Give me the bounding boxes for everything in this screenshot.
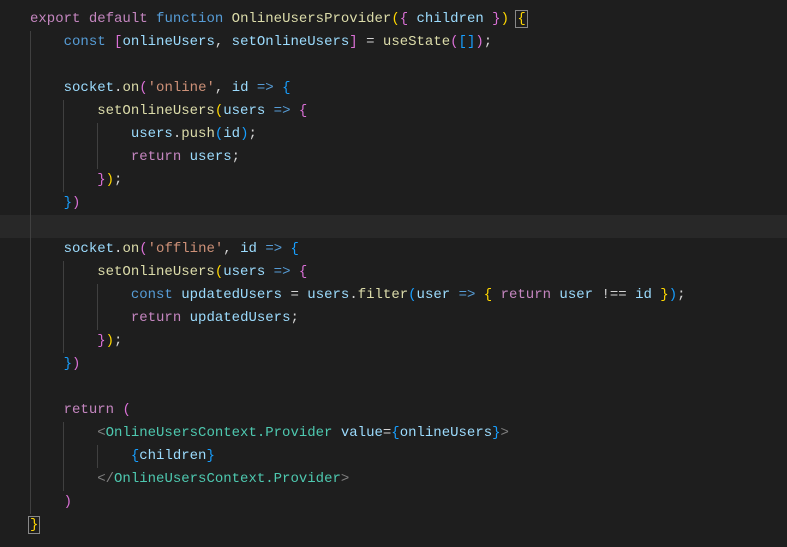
code-line[interactable]: socket.on('offline', id => { [0,238,787,261]
variable: children [139,448,206,464]
jsx-tag: OnlineUsersContext.Provider [106,425,333,441]
variable: users [190,149,232,165]
variable: socket [64,241,114,257]
variable: socket [64,80,114,96]
method: on [122,80,139,96]
code-line[interactable]: users.push(id); [0,123,787,146]
code-line[interactable]: const updatedUsers = users.filter(user =… [0,284,787,307]
keyword: const [131,287,173,303]
keyword: function [156,11,223,27]
variable: id [223,126,240,142]
keyword: return [501,287,551,303]
keyword: return [64,402,114,418]
variable: updatedUsers [181,287,282,303]
variable: updatedUsers [190,310,291,326]
variable: id [635,287,652,303]
keyword: default [89,11,148,27]
code-line[interactable]: ) [0,491,787,514]
variable: users [131,126,173,142]
code-line[interactable]: }) [0,192,787,215]
code-line[interactable]: socket.on('online', id => { [0,77,787,100]
code-line[interactable]: return users; [0,146,787,169]
function-call: setOnlineUsers [97,264,215,280]
bracket-match: } [28,516,40,534]
jsx-attr: value [341,425,383,441]
code-line[interactable]: <OnlineUsersContext.Provider value={onli… [0,422,787,445]
parameter: children [417,11,484,27]
keyword: const [64,34,106,50]
parameter: id [232,80,249,96]
code-line[interactable]: setOnlineUsers(users => { [0,261,787,284]
code-line[interactable] [0,54,787,77]
keyword: export [30,11,80,27]
variable: setOnlineUsers [232,34,350,50]
code-line[interactable]: }); [0,169,787,192]
variable: user [559,287,593,303]
bracket-match: { [515,10,527,28]
variable: users [307,287,349,303]
code-line[interactable]: setOnlineUsers(users => { [0,100,787,123]
parameter: users [223,103,265,119]
keyword: return [131,149,181,165]
function-call: useState [383,34,450,50]
code-line[interactable]: return ( [0,399,787,422]
method: push [181,126,215,142]
code-line[interactable]: const [onlineUsers, setOnlineUsers] = us… [0,31,787,54]
code-line[interactable]: return updatedUsers; [0,307,787,330]
function-name: OnlineUsersProvider [232,11,392,27]
code-editor[interactable]: export default function OnlineUsersProvi… [0,0,787,537]
string: 'offline' [148,241,224,257]
parameter: id [240,241,257,257]
variable: onlineUsers [122,34,214,50]
string: 'online' [148,80,215,96]
code-line[interactable]: {children} [0,445,787,468]
jsx-tag: OnlineUsersContext.Provider [114,471,341,487]
code-line[interactable]: </OnlineUsersContext.Provider> [0,468,787,491]
code-line[interactable]: }); [0,330,787,353]
parameter: users [223,264,265,280]
code-line[interactable]: }) [0,353,787,376]
code-line[interactable] [0,215,787,238]
keyword: return [131,310,181,326]
method: on [122,241,139,257]
code-line[interactable]: export default function OnlineUsersProvi… [0,8,787,31]
function-call: setOnlineUsers [97,103,215,119]
code-line[interactable]: } [0,514,787,537]
parameter: user [417,287,451,303]
variable: onlineUsers [400,425,492,441]
method: filter [358,287,408,303]
code-line[interactable] [0,376,787,399]
operator: !== [601,287,626,303]
